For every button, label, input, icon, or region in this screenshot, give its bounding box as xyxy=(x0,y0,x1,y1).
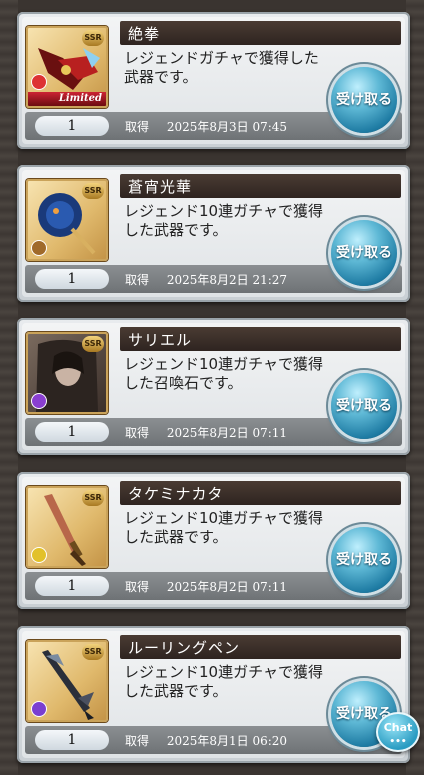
fire-element-icon xyxy=(31,74,47,90)
item-title-bar: サリエル xyxy=(120,327,401,351)
acquired-date: 2025年8月2日 07:11 xyxy=(166,580,288,594)
present-list: SSR Limited 絶拳 レジェンドガチャで獲得した武器です。 1 取得 2… xyxy=(0,0,424,775)
chat-button[interactable]: Chat ••• xyxy=(376,712,420,752)
present-card: SSR タケミナカタ レジェンド10連ガチャで獲得した武器です。 1 取得 20… xyxy=(17,472,410,609)
item-thumbnail: SSR xyxy=(26,640,108,722)
acquired-date: 2025年8月3日 07:45 xyxy=(166,120,288,134)
item-name: 絶拳 xyxy=(128,25,161,43)
acquired-label: 取得 xyxy=(125,734,150,748)
rarity-badge: SSR xyxy=(82,490,104,506)
present-card: SSR サリエル レジェンド10連ガチャで獲得した召喚石です。 1 取得 202… xyxy=(17,318,410,455)
acquired-label: 取得 xyxy=(125,426,150,440)
receive-button[interactable]: 受け取る xyxy=(331,527,397,593)
item-description: レジェンド10連ガチャで獲得した召喚石です。 xyxy=(124,355,323,392)
dark-element-icon xyxy=(31,393,47,409)
acquired-label: 取得 xyxy=(125,273,150,287)
present-card: SSR ルーリングペン レジェンド10連ガチャで獲得した武器です。 1 取得 2… xyxy=(17,626,410,763)
limited-label: Limited xyxy=(28,92,106,106)
item-thumbnail: SSR xyxy=(26,179,108,261)
present-card: SSR 蒼宵光華 レジェンド10連ガチャで獲得した武器です。 1 取得 2025… xyxy=(17,165,410,302)
item-title-bar: ルーリングペン xyxy=(120,635,401,659)
rarity-badge: SSR xyxy=(82,30,104,46)
light-element-icon xyxy=(31,547,47,563)
dark-element-icon xyxy=(31,701,47,717)
item-name: 蒼宵光華 xyxy=(128,178,193,196)
acquired-label: 取得 xyxy=(125,580,150,594)
item-description: レジェンド10連ガチャで獲得した武器です。 xyxy=(124,509,323,546)
present-card: SSR Limited 絶拳 レジェンドガチャで獲得した武器です。 1 取得 2… xyxy=(17,12,410,149)
earth-element-icon xyxy=(31,240,47,256)
item-description: レジェンドガチャで獲得した武器です。 xyxy=(124,49,319,86)
acquired-date: 2025年8月2日 21:27 xyxy=(166,273,288,287)
receive-button[interactable]: 受け取る xyxy=(331,373,397,439)
receive-button[interactable]: 受け取る xyxy=(331,220,397,286)
item-name: サリエル xyxy=(128,331,193,349)
rarity-badge: SSR xyxy=(82,183,104,199)
acquired-date: 2025年8月2日 07:11 xyxy=(166,426,288,440)
item-quantity: 1 xyxy=(35,116,109,136)
item-quantity: 1 xyxy=(35,422,109,442)
chat-dots-icon: ••• xyxy=(389,737,407,747)
item-title-bar: 絶拳 xyxy=(120,21,401,45)
acquired-label: 取得 xyxy=(125,120,150,134)
item-title-bar: タケミナカタ xyxy=(120,481,401,505)
acquired-date: 2025年8月1日 06:20 xyxy=(166,734,288,748)
item-thumbnail: SSR xyxy=(26,486,108,568)
item-quantity: 1 xyxy=(35,730,109,750)
rarity-badge: SSR xyxy=(82,644,104,660)
item-name: ルーリングペン xyxy=(128,639,241,657)
item-title-bar: 蒼宵光華 xyxy=(120,174,401,198)
chat-label: Chat xyxy=(383,721,413,734)
item-thumbnail: SSR xyxy=(26,332,108,414)
item-thumbnail: SSR Limited xyxy=(26,26,108,108)
item-quantity: 1 xyxy=(35,576,109,596)
item-quantity: 1 xyxy=(35,269,109,289)
item-name: タケミナカタ xyxy=(128,485,224,503)
item-description: レジェンド10連ガチャで獲得した武器です。 xyxy=(124,202,323,239)
item-description: レジェンド10連ガチャで獲得した武器です。 xyxy=(124,663,323,700)
receive-button[interactable]: 受け取る xyxy=(331,67,397,133)
rarity-badge: SSR xyxy=(82,336,104,352)
